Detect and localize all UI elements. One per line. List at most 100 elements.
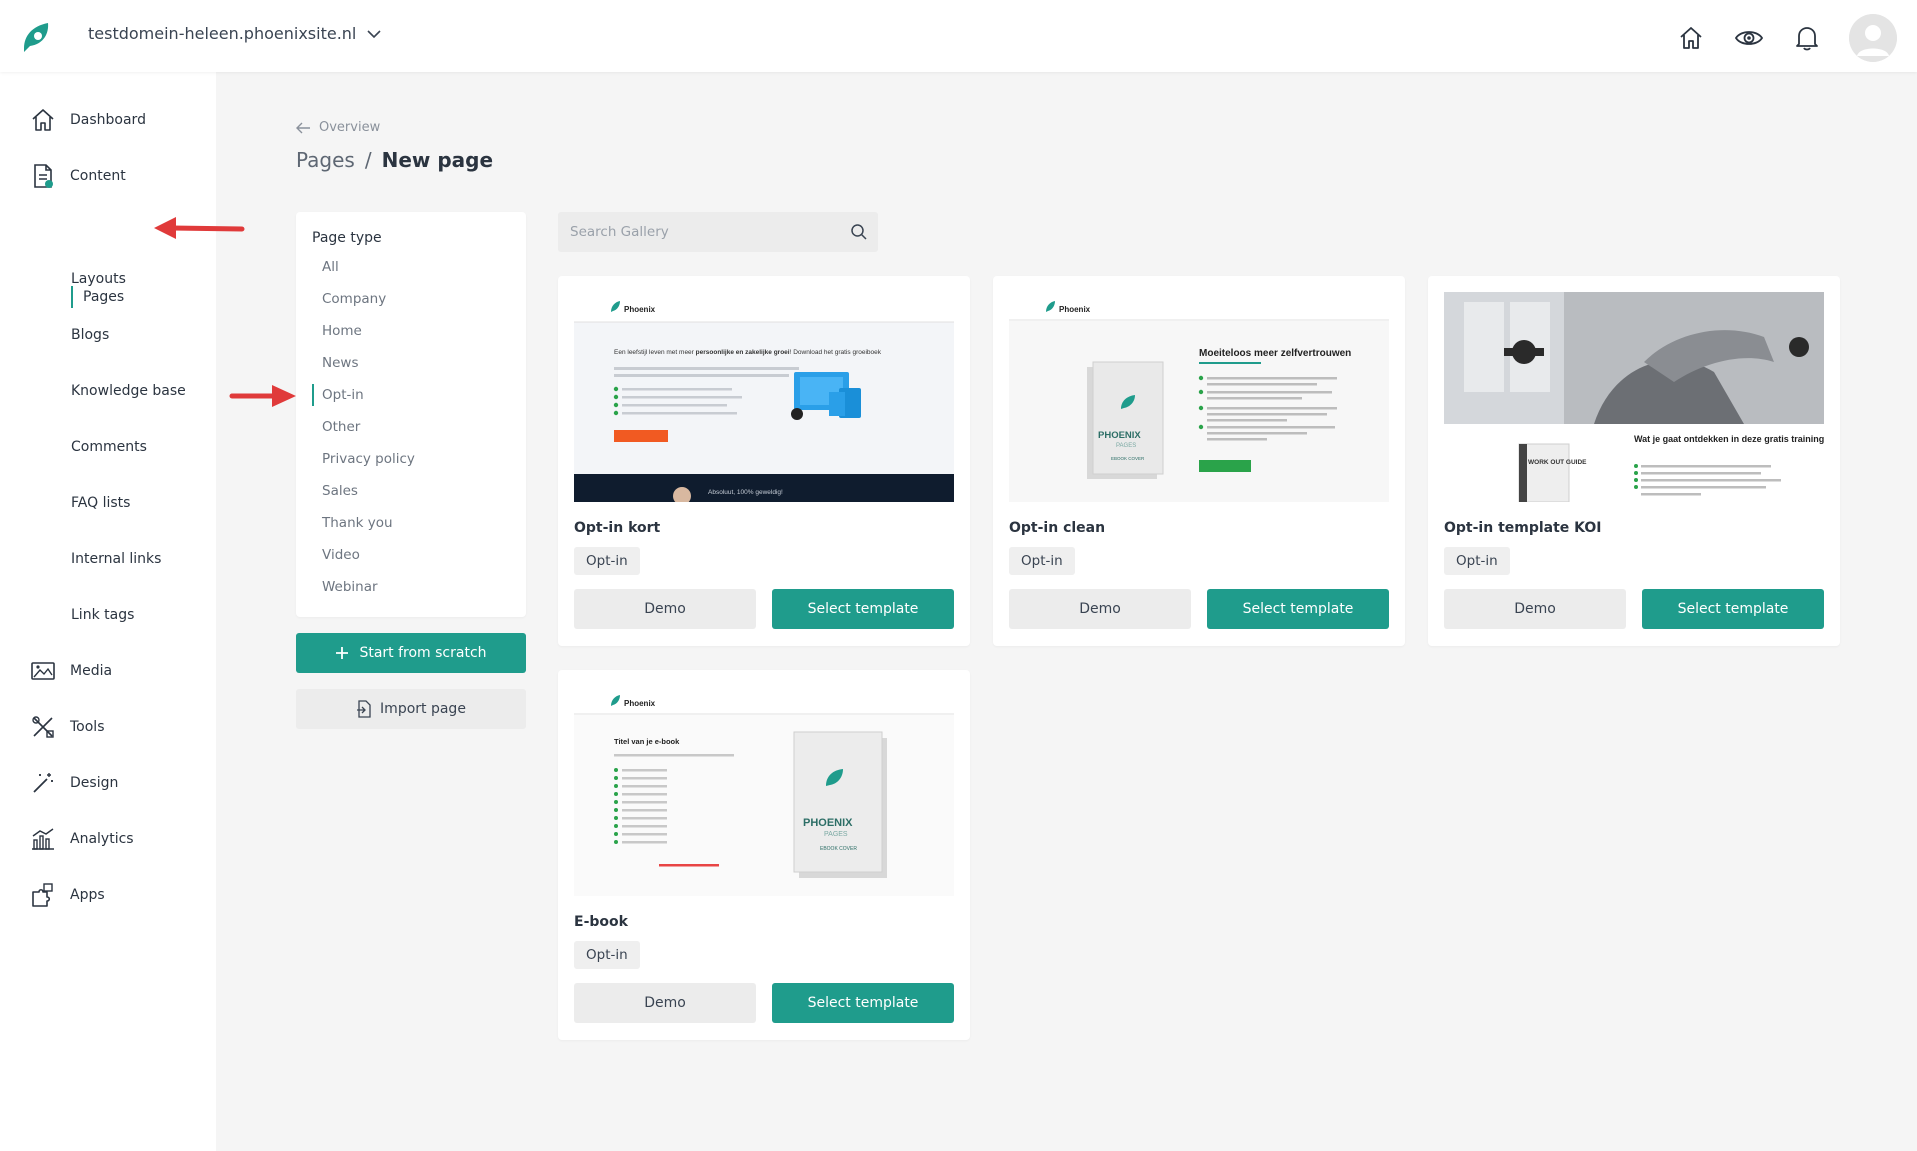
start-from-scratch-label: Start from scratch bbox=[359, 645, 487, 661]
user-avatar[interactable] bbox=[1849, 14, 1897, 62]
template-preview[interactable]: Phoenix Titel van je e-book PHOENIX PAGE… bbox=[574, 686, 954, 896]
sidebar-item-comments[interactable]: Comments bbox=[71, 439, 147, 455]
preview-book: WORK OUT GUIDE bbox=[1528, 459, 1587, 466]
magic-wand-icon bbox=[30, 770, 56, 796]
sidebar-item-media[interactable]: Media bbox=[30, 658, 112, 684]
select-template-button[interactable]: Select template bbox=[1207, 589, 1389, 629]
preview-book-caption: EBOOK COVER bbox=[820, 846, 857, 852]
template-preview[interactable]: WORK OUT GUIDE Wat je gaat ontdekken in … bbox=[1444, 292, 1824, 502]
preview-book-title: PHOENIX bbox=[803, 817, 853, 829]
sidebar-item-faq-lists[interactable]: FAQ lists bbox=[71, 495, 130, 511]
sidebar-item-pages[interactable]: Pages bbox=[71, 286, 124, 308]
preview-headline: Wat je gaat ontdekken in deze gratis tra… bbox=[1634, 434, 1824, 444]
sidebar-item-dashboard[interactable]: Dashboard bbox=[30, 107, 146, 133]
template-title: Opt-in kort bbox=[574, 520, 661, 536]
chart-icon bbox=[30, 826, 56, 852]
template-preview-image: Phoenix Een leefstijl leven met meer per… bbox=[574, 292, 954, 502]
back-link[interactable]: Overview bbox=[295, 120, 380, 135]
template-card-opt-in-clean: Phoenix PHOENIX PAGES EBOOK COVER Moeite… bbox=[993, 276, 1405, 646]
demo-button[interactable]: Demo bbox=[574, 589, 756, 629]
sidebar-item-label: FAQ lists bbox=[71, 495, 131, 511]
import-page-button[interactable]: Import page bbox=[296, 689, 526, 729]
sidebar-item-blogs[interactable]: Blogs bbox=[71, 327, 109, 343]
search-icon[interactable] bbox=[850, 223, 868, 241]
page-title: New page bbox=[381, 148, 494, 172]
preview-footer: Absoluut, 100% geweldig! bbox=[708, 489, 783, 496]
sidebar-item-analytics[interactable]: Analytics bbox=[30, 826, 134, 852]
sidebar-item-label: Dashboard bbox=[70, 112, 146, 128]
template-preview[interactable]: Phoenix PHOENIX PAGES EBOOK COVER Moeite… bbox=[1009, 292, 1389, 502]
breadcrumb-parent[interactable]: Pages bbox=[296, 148, 355, 172]
template-card-opt-in-template-koi: WORK OUT GUIDE Wat je gaat ontdekken in … bbox=[1428, 276, 1840, 646]
filter-option-video[interactable]: Video bbox=[322, 547, 360, 563]
demo-button[interactable]: Demo bbox=[1444, 589, 1626, 629]
puzzle-icon bbox=[30, 882, 56, 908]
select-template-button[interactable]: Select template bbox=[772, 983, 954, 1023]
filter-option-thank-you[interactable]: Thank you bbox=[322, 515, 393, 531]
sidebar-item-label: Layouts bbox=[71, 271, 126, 287]
template-preview[interactable]: Phoenix Een leefstijl leven met meer per… bbox=[574, 292, 954, 502]
sidebar-item-label: Analytics bbox=[70, 831, 134, 847]
bell-icon[interactable] bbox=[1791, 22, 1823, 54]
annotation-arrow-opt-in bbox=[229, 385, 296, 407]
preview-book-caption: EBOOK COVER bbox=[1111, 456, 1145, 461]
preview-book-sub: PAGES bbox=[1116, 443, 1136, 449]
sidebar-item-label: Comments bbox=[71, 439, 147, 455]
template-card-opt-in-kort: Phoenix Een leefstijl leven met meer per… bbox=[558, 276, 970, 646]
search-input[interactable] bbox=[558, 212, 838, 252]
plus-icon bbox=[336, 647, 349, 659]
select-template-button[interactable]: Select template bbox=[1642, 589, 1824, 629]
filter-option-all[interactable]: All bbox=[322, 259, 339, 275]
sidebar-item-label: Design bbox=[70, 775, 119, 791]
eye-icon[interactable] bbox=[1733, 22, 1765, 54]
select-template-button[interactable]: Select template bbox=[772, 589, 954, 629]
filter-option-sales[interactable]: Sales bbox=[322, 483, 358, 499]
filter-option-home[interactable]: Home bbox=[322, 323, 362, 339]
template-title: Opt-in template KOI bbox=[1444, 520, 1602, 536]
preview-headline: Titel van je e-book bbox=[614, 737, 680, 746]
sidebar-item-internal-links[interactable]: Internal links bbox=[71, 551, 161, 567]
filter-option-privacy-policy[interactable]: Privacy policy bbox=[322, 451, 415, 467]
filter-option-other[interactable]: Other bbox=[322, 419, 360, 435]
sidebar-item-label: Link tags bbox=[71, 607, 135, 623]
home-icon[interactable] bbox=[1675, 22, 1707, 54]
sidebar-item-label: Blogs bbox=[71, 327, 110, 343]
sidebar-item-label: Knowledge base bbox=[71, 383, 186, 399]
phoenix-logo-icon[interactable] bbox=[18, 18, 54, 54]
top-bar: testdomein-heleen.phoenixsite.nl bbox=[0, 0, 1917, 72]
preview-book-sub: PAGES bbox=[824, 831, 848, 838]
template-title: E-book bbox=[574, 914, 628, 930]
template-tag: Opt-in bbox=[1444, 547, 1510, 575]
import-page-label: Import page bbox=[380, 701, 466, 717]
sidebar-item-label: Apps bbox=[70, 887, 105, 903]
sidebar-item-link-tags[interactable]: Link tags bbox=[71, 607, 134, 623]
home-icon bbox=[30, 107, 56, 133]
filter-option-webinar[interactable]: Webinar bbox=[322, 579, 378, 595]
chevron-down-icon bbox=[367, 29, 381, 38]
filter-option-opt-in[interactable]: Opt-in bbox=[312, 384, 364, 406]
filter-option-news[interactable]: News bbox=[322, 355, 358, 371]
demo-button[interactable]: Demo bbox=[574, 983, 756, 1023]
sidebar-item-content[interactable]: Content bbox=[30, 163, 126, 189]
sidebar-item-knowledge-base[interactable]: Knowledge base bbox=[71, 383, 186, 399]
search-gallery bbox=[558, 212, 878, 252]
sidebar-item-design[interactable]: Design bbox=[30, 770, 118, 796]
sidebar-item-label: Content bbox=[70, 168, 126, 184]
template-preview-image: Phoenix Titel van je e-book PHOENIX PAGE… bbox=[574, 686, 954, 896]
demo-button[interactable]: Demo bbox=[1009, 589, 1191, 629]
filter-option-company[interactable]: Company bbox=[322, 291, 386, 307]
filter-heading: Page type bbox=[312, 230, 382, 246]
start-from-scratch-button[interactable]: Start from scratch bbox=[296, 633, 526, 673]
template-tag: Opt-in bbox=[574, 941, 640, 969]
domain-selector[interactable]: testdomein-heleen.phoenixsite.nl bbox=[88, 24, 382, 43]
document-icon bbox=[30, 163, 56, 189]
breadcrumb: Pages / New page bbox=[296, 148, 493, 172]
tools-icon bbox=[30, 714, 56, 740]
sidebar-item-apps[interactable]: Apps bbox=[30, 882, 105, 908]
page-type-filter: Page type All Company Home News Opt-in O… bbox=[296, 212, 526, 617]
sidebar-item-tools[interactable]: Tools bbox=[30, 714, 105, 740]
import-file-icon bbox=[357, 700, 371, 718]
sidebar-item-layouts[interactable]: Layouts bbox=[71, 271, 126, 287]
template-card-e-book: Phoenix Titel van je e-book PHOENIX PAGE… bbox=[558, 670, 970, 1040]
sidebar-item-label: Internal links bbox=[71, 551, 162, 567]
